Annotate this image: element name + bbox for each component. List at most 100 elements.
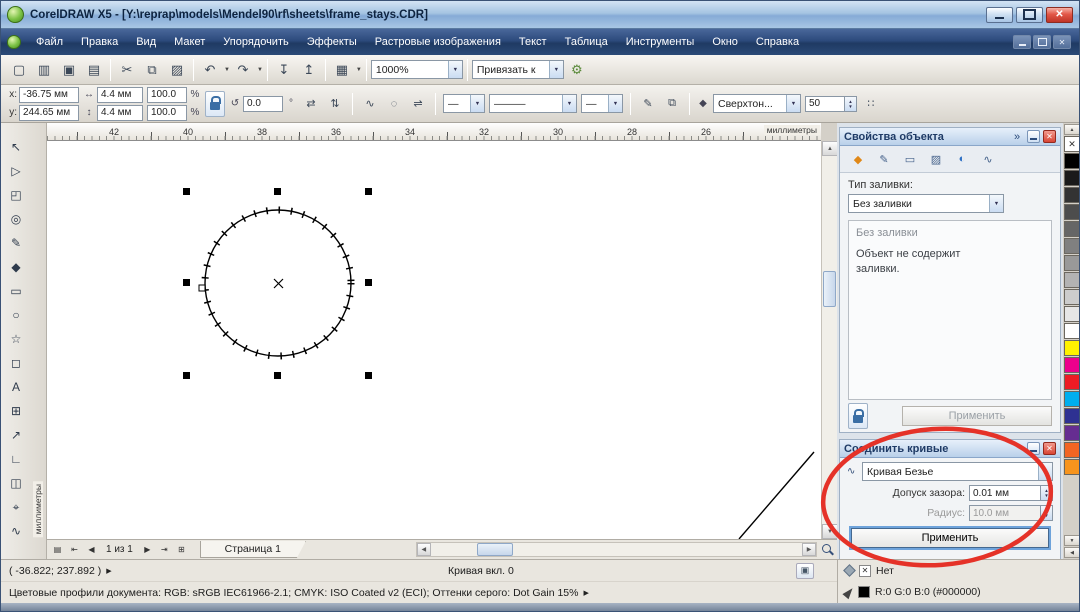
menu-file[interactable]: Файл — [27, 30, 72, 54]
open-button[interactable]: ▥ — [32, 58, 56, 82]
palette-flyout-button[interactable]: ◀ — [1064, 547, 1080, 558]
text-tool[interactable]: А — [3, 375, 29, 399]
scroll-down-arrow[interactable]: ▼ — [822, 524, 838, 539]
color-swatch[interactable] — [1064, 391, 1080, 407]
curve-start-node[interactable] — [199, 285, 205, 291]
scroll-left-arrow[interactable]: ◀ — [417, 543, 431, 556]
selection-handle[interactable] — [365, 372, 372, 379]
color-swatch[interactable] — [1064, 323, 1080, 339]
outline-width-value[interactable]: 50 — [805, 96, 845, 112]
menu-text[interactable]: Текст — [510, 30, 556, 54]
palette-scroll-down-arrow[interactable]: ▼ — [1064, 535, 1080, 546]
menu-bitmaps[interactable]: Растровые изображения — [366, 30, 510, 54]
gap-tolerance-value[interactable]: 0.01 мм — [969, 485, 1041, 501]
zoom-dropdown-arrow[interactable] — [448, 61, 462, 78]
menu-window[interactable]: Окно — [703, 30, 747, 54]
object-height-field[interactable]: 4.4 мм — [97, 105, 143, 121]
spinner-arrows[interactable] — [845, 96, 857, 112]
selection-handle[interactable] — [183, 188, 190, 195]
freehand-tool[interactable]: ✎ — [3, 231, 29, 255]
start-arrowhead-dropdown-arrow[interactable] — [470, 95, 484, 112]
blend-tool[interactable]: ◫ — [3, 471, 29, 495]
previous-page-button[interactable]: ◀ — [83, 542, 100, 558]
horizontal-scrollbar[interactable]: ◀ ▶ — [416, 542, 817, 557]
dimension-tool[interactable]: ↗ — [3, 423, 29, 447]
coords-flyout-arrow[interactable]: ▶ — [106, 567, 111, 575]
fill-tab[interactable]: ◆ — [846, 149, 870, 169]
join-mode-dropdown-arrow[interactable] — [1038, 463, 1052, 480]
horizontal-ruler[interactable]: 42403836343230282624 миллиметры — [47, 123, 821, 141]
docker-close-button[interactable] — [1043, 130, 1056, 143]
drawing-canvas[interactable] — [47, 141, 821, 539]
selection-handle[interactable] — [365, 279, 372, 286]
last-page-button[interactable]: ⇥ — [156, 542, 173, 558]
copy-button[interactable]: ⧉ — [140, 58, 164, 82]
color-swatch[interactable] — [1064, 408, 1080, 424]
doc-close-button[interactable] — [1053, 35, 1071, 49]
color-swatch[interactable] — [1064, 153, 1080, 169]
end-arrowhead-dropdown-arrow[interactable] — [608, 95, 622, 112]
outline-tab[interactable]: ✎ — [872, 149, 896, 169]
internet-tab[interactable]: ◐ — [950, 149, 974, 169]
color-swatch[interactable] — [1064, 340, 1080, 356]
add-page-button[interactable]: ⊞ — [173, 542, 190, 558]
docker-close-button[interactable] — [1043, 442, 1056, 455]
fill-type-combo[interactable]: Без заливки — [848, 194, 1004, 213]
horizontal-scroll-thumb[interactable] — [477, 543, 513, 556]
color-swatch[interactable] — [1064, 204, 1080, 220]
menu-arrange[interactable]: Упорядочить — [214, 30, 297, 54]
color-swatch[interactable] — [1064, 442, 1080, 458]
import-button[interactable]: ↧ — [272, 58, 296, 82]
color-swatch[interactable] — [1064, 425, 1080, 441]
selection-handle[interactable] — [274, 188, 281, 195]
zoom-level-combo[interactable]: 1000% — [371, 60, 463, 79]
doc-minimize-button[interactable] — [1013, 35, 1031, 49]
selection-handle[interactable] — [183, 279, 190, 286]
print-button[interactable]: ▤ — [82, 58, 106, 82]
outline-pen-tool[interactable]: ∿ — [3, 519, 29, 543]
outline-width-dropdown-arrow[interactable] — [786, 95, 800, 112]
apply-button[interactable]: Применить — [902, 406, 1052, 426]
end-arrowhead-combo[interactable]: — — [581, 94, 623, 113]
mirror-horizontal-button[interactable]: ⇄ — [301, 94, 321, 114]
menu-edit[interactable]: Правка — [72, 30, 127, 54]
save-button[interactable]: ▣ — [57, 58, 81, 82]
convert-to-curve-button[interactable]: ∿ — [360, 94, 380, 114]
export-button[interactable]: ↥ — [297, 58, 321, 82]
vertical-scrollbar[interactable]: ▲ ▼ — [821, 141, 837, 539]
transparency-tab[interactable]: ▨ — [924, 149, 948, 169]
quick-customize-button[interactable]: ∷ — [861, 94, 881, 114]
next-page-button[interactable]: ▶ — [139, 542, 156, 558]
fill-type-dropdown-arrow[interactable] — [989, 195, 1003, 212]
selection-handle[interactable] — [274, 372, 281, 379]
curve-tab[interactable]: ∿ — [976, 149, 1000, 169]
color-swatch[interactable] — [1064, 374, 1080, 390]
diagonal-line-object[interactable] — [739, 452, 814, 539]
options-button[interactable]: ⚙ — [565, 58, 589, 82]
shape-tool[interactable]: ▷ — [3, 159, 29, 183]
color-swatch[interactable] — [1064, 289, 1080, 305]
page-tab[interactable]: Страница 1 — [200, 541, 306, 558]
rectangle-tool[interactable]: ▭ — [3, 279, 29, 303]
object-details-button[interactable]: ▣ — [796, 563, 814, 579]
new-document-button[interactable]: ▢ — [7, 58, 31, 82]
color-swatch[interactable] — [1064, 459, 1080, 475]
connector-tool[interactable]: ∟ — [3, 447, 29, 471]
x-position-field[interactable]: -36.75 мм — [19, 87, 79, 103]
copy-properties-button[interactable]: ⧉ — [662, 94, 682, 114]
docker-minimize-button[interactable] — [1027, 130, 1040, 143]
docker-flyout-chevron[interactable] — [1010, 131, 1024, 143]
close-button[interactable] — [1046, 7, 1073, 23]
selection-handle[interactable] — [365, 188, 372, 195]
doc-restore-button[interactable] — [1033, 35, 1051, 49]
crop-tool[interactable]: ◰ — [3, 183, 29, 207]
gap-tolerance-spinner[interactable]: 0.01 мм — [969, 485, 1053, 501]
line-style-dropdown-arrow[interactable] — [562, 95, 576, 112]
rotation-angle-field[interactable]: 0.0 — [243, 96, 283, 112]
color-swatch[interactable] — [1064, 187, 1080, 203]
color-swatch[interactable] — [1064, 238, 1080, 254]
zoom-tool[interactable]: ◎ — [3, 207, 29, 231]
color-swatch[interactable] — [1064, 357, 1080, 373]
redo-dropdown-arrow[interactable]: ▼ — [257, 67, 263, 73]
scale-y-field[interactable]: 100.0 — [147, 105, 187, 121]
